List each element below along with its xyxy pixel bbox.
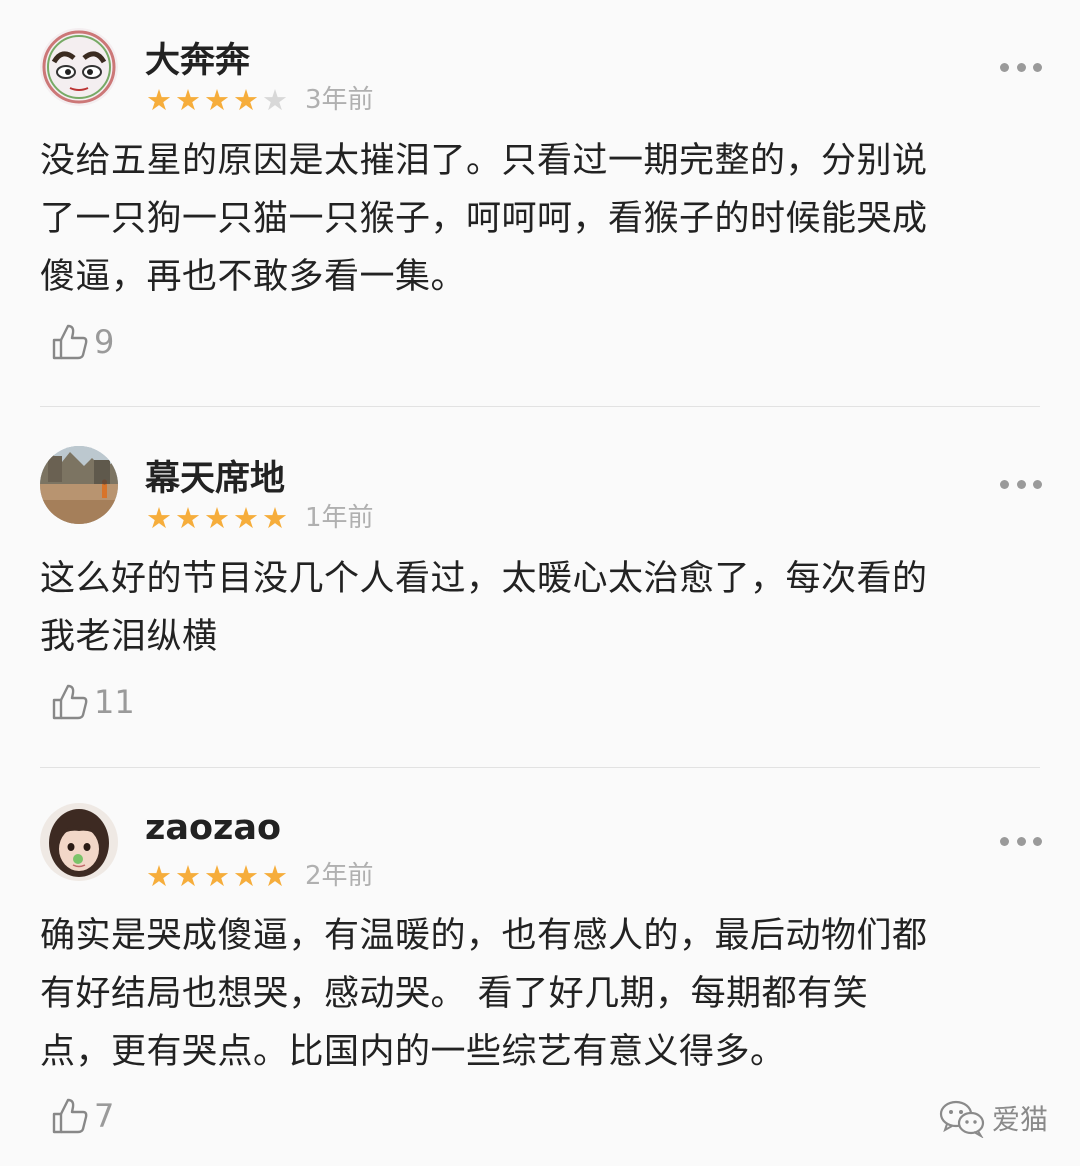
watermark-text: 爱猫 [992,1103,1049,1136]
review-content-line: 点，更有哭点。比国内的一些综艺有意义得多。 [40,1032,786,1072]
star-icon: ★ [233,859,259,893]
star-icon: ★ [262,859,288,893]
review-time: 1年前 [305,503,374,533]
star-icon: ★ [204,859,230,893]
avatar[interactable] [40,446,118,524]
star-icon: ★ [262,83,288,117]
star-icon: ★ [146,501,172,535]
review-content-line: 确实是哭成傻逼，有温暖的，也有感人的，最后动物们都 [40,916,928,956]
review-content-line: 傻逼，再也不敢多看一集。 [40,257,467,297]
star-icon: ★ [233,83,259,117]
star-icon: ★ [146,83,172,117]
more-dots-icon[interactable] [1000,477,1042,491]
like-button[interactable]: 7 [50,1096,114,1136]
cartoon-eyes-avatar-icon [40,28,118,106]
girl-photo-avatar-icon [40,803,118,881]
star-icon: ★ [204,501,230,535]
review-content: 这么好的节目没几个人看过，太暖心太治愈了，每次看的 我老泪纵横 [40,550,1040,666]
review-content: 没给五星的原因是太摧泪了。只看过一期完整的，分别说 了一只狗一只猫一只猴子，呵呵… [40,132,1040,306]
like-count: 11 [94,683,135,721]
username[interactable]: zaozao [145,808,281,848]
divider [40,406,1040,407]
avatar[interactable] [40,803,118,881]
username[interactable]: 幕天席地 [145,450,285,501]
like-button[interactable]: 11 [50,682,135,722]
star-icon: ★ [262,501,288,535]
rating-stars: ★ ★ ★ ★ ★ 2年前 [146,861,374,891]
like-count: 9 [94,323,115,361]
avatar[interactable] [40,28,118,106]
like-button[interactable]: 9 [50,322,114,362]
thumbs-up-icon [52,324,88,360]
rating-stars: ★ ★ ★ ★ ★ 1年前 [146,503,374,533]
star-icon: ★ [204,83,230,117]
review-content-line: 了一只狗一只猫一只猴子，呵呵呵，看猴子的时候能哭成 [40,199,928,239]
rating-stars: ★ ★ ★ ★ ★ 3年前 [146,85,374,115]
review-content-line: 没给五星的原因是太摧泪了。只看过一期完整的，分别说 [40,141,928,181]
review-content-line: 我老泪纵横 [40,617,218,657]
star-icon: ★ [175,83,201,117]
review-content-line: 这么好的节目没几个人看过，太暖心太治愈了，每次看的 [40,559,928,599]
landscape-photo-avatar-icon [40,446,118,524]
more-dots-icon[interactable] [1000,60,1042,74]
review-time: 2年前 [305,861,374,891]
wechat-icon [939,1100,985,1138]
review-content: 确实是哭成傻逼，有温暖的，也有感人的，最后动物们都 有好结局也想哭，感动哭。 看… [40,907,1040,1081]
thumbs-up-icon [52,684,88,720]
star-icon: ★ [175,501,201,535]
star-icon: ★ [146,859,172,893]
star-icon: ★ [233,501,259,535]
like-count: 7 [94,1097,115,1135]
watermark: 爱猫 [938,1098,1048,1138]
review-content-line: 有好结局也想哭，感动哭。 看了好几期，每期都有笑 [40,974,869,1014]
divider [40,767,1040,768]
thumbs-up-icon [52,1098,88,1134]
review-time: 3年前 [305,85,374,115]
username[interactable]: 大奔奔 [145,32,250,83]
more-dots-icon[interactable] [1000,834,1042,848]
star-icon: ★ [175,859,201,893]
